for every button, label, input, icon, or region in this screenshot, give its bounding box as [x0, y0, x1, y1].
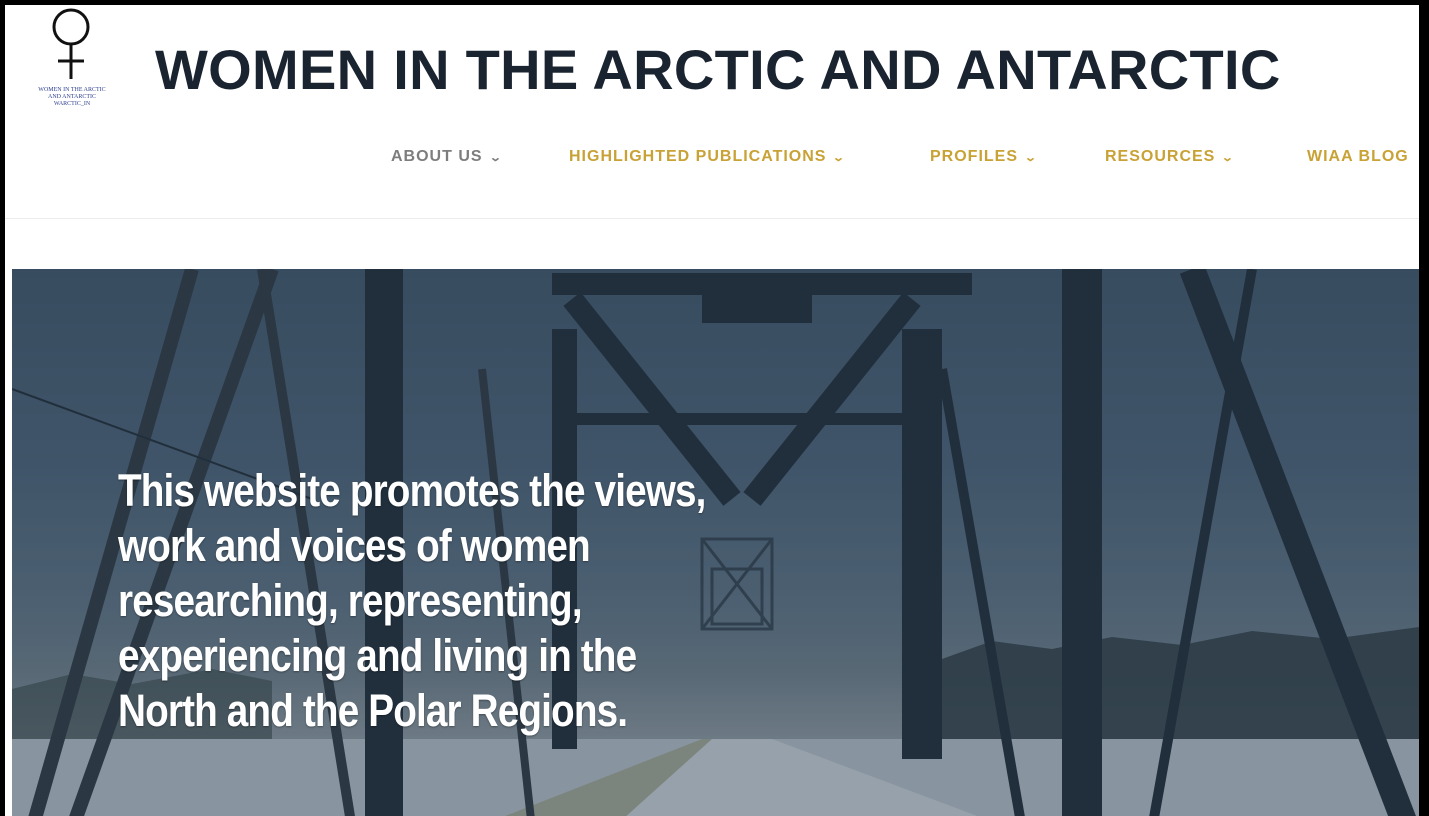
venus-symbol-icon [52, 8, 90, 79]
nav-item-highlighted-publications[interactable]: HIGHLIGHTED PUBLICATIONS ⌄ [569, 148, 845, 166]
nav-item-profiles[interactable]: PROFILES ⌄ [930, 148, 1039, 166]
nav-item-wiaa-blog[interactable]: WIAA BLOG [1307, 148, 1409, 166]
site-title[interactable]: WOMEN IN THE ARCTIC AND ANTARCTIC [155, 38, 1281, 102]
logo-text-line: AND ANTARCTIC [47, 94, 97, 100]
chevron-down-icon: ⌄ [1023, 151, 1039, 164]
hero-line: experiencing and living in the [118, 630, 637, 681]
hero-line: This website promotes the views, [118, 465, 706, 516]
nav-item-label: WIAA BLOG [1307, 148, 1409, 165]
logo-text-line: WARCTIC_IN [53, 101, 91, 107]
nav-item-label: RESOURCES [1105, 148, 1216, 165]
chevron-down-icon: ⌄ [832, 151, 847, 164]
nav-item-resources[interactable]: RESOURCES ⌄ [1105, 148, 1234, 166]
nav-item-label: HIGHLIGHTED PUBLICATIONS [569, 148, 827, 165]
chevron-down-icon: ⌄ [1221, 151, 1236, 164]
logo-text-line: WOMEN IN THE ARCTIC [38, 87, 106, 93]
page: WOMEN IN THE ARCTIC AND ANTARCTIC WARCTI… [5, 5, 1419, 816]
header-divider [5, 218, 1419, 219]
hero-line: North and the Polar Regions. [118, 685, 628, 736]
nav-item-label: ABOUT US [391, 148, 483, 165]
site-header: WOMEN IN THE ARCTIC AND ANTARCTIC WARCTI… [5, 5, 1419, 219]
chevron-down-icon: ⌄ [488, 151, 503, 164]
main-nav: ABOUT US ⌄ HIGHLIGHTED PUBLICATIONS ⌄ PR… [5, 148, 1419, 172]
nav-item-label: PROFILES [930, 148, 1019, 165]
logo-text: WOMEN IN THE ARCTIC AND ANTARCTIC WARCTI… [23, 87, 121, 108]
hero-headline: This website promotes the views, work an… [118, 463, 772, 738]
nav-item-about-us[interactable]: ABOUT US ⌄ [391, 148, 501, 166]
hero-line: researching, representing, [118, 575, 583, 626]
hero-banner: This website promotes the views, work an… [12, 269, 1419, 816]
site-logo[interactable]: WOMEN IN THE ARCTIC AND ANTARCTIC WARCTI… [23, 5, 121, 130]
hero-line: work and voices of women [118, 520, 591, 571]
